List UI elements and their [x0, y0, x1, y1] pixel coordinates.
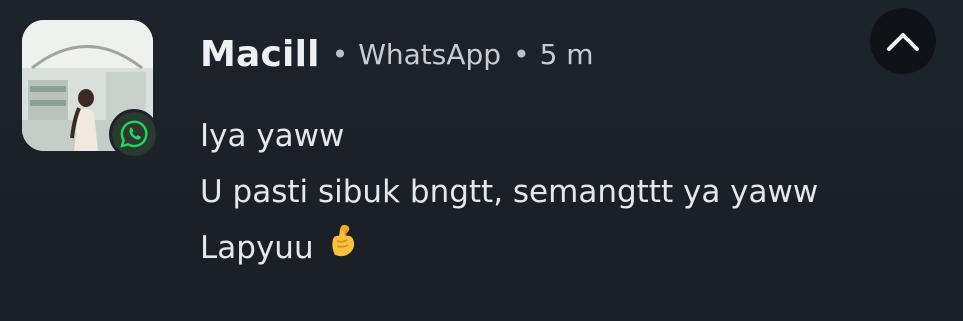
notification-header: Macill • WhatsApp • 5 m [200, 28, 594, 80]
message-line: Lapyuu [200, 220, 818, 276]
message-line: Iya yaww [200, 108, 818, 164]
separator-dot: • [513, 37, 530, 71]
message-text: Lapyuu [200, 230, 314, 266]
message-line: U pasti sibuk bngtt, semangttt ya yaww [200, 164, 818, 220]
crossed-fingers-heart-emoji-icon [329, 219, 357, 275]
chevron-up-icon [887, 33, 919, 51]
whatsapp-logo-icon [120, 120, 148, 148]
app-name: WhatsApp [358, 37, 502, 71]
separator-dot: • [331, 37, 349, 71]
message-text: U pasti sibuk bngtt, semangttt ya yaww [200, 174, 819, 210]
timestamp: 5 m [539, 37, 594, 71]
whatsapp-notification[interactable]: Macill • WhatsApp • 5 m Iya yaww U pasti… [0, 0, 963, 321]
sender-name: Macill [200, 33, 320, 75]
collapse-button[interactable] [870, 8, 936, 74]
message-text: Iya yaww [200, 118, 345, 154]
message-list: Iya yaww U pasti sibuk bngtt, semangttt … [200, 108, 818, 276]
whatsapp-icon [109, 109, 159, 159]
